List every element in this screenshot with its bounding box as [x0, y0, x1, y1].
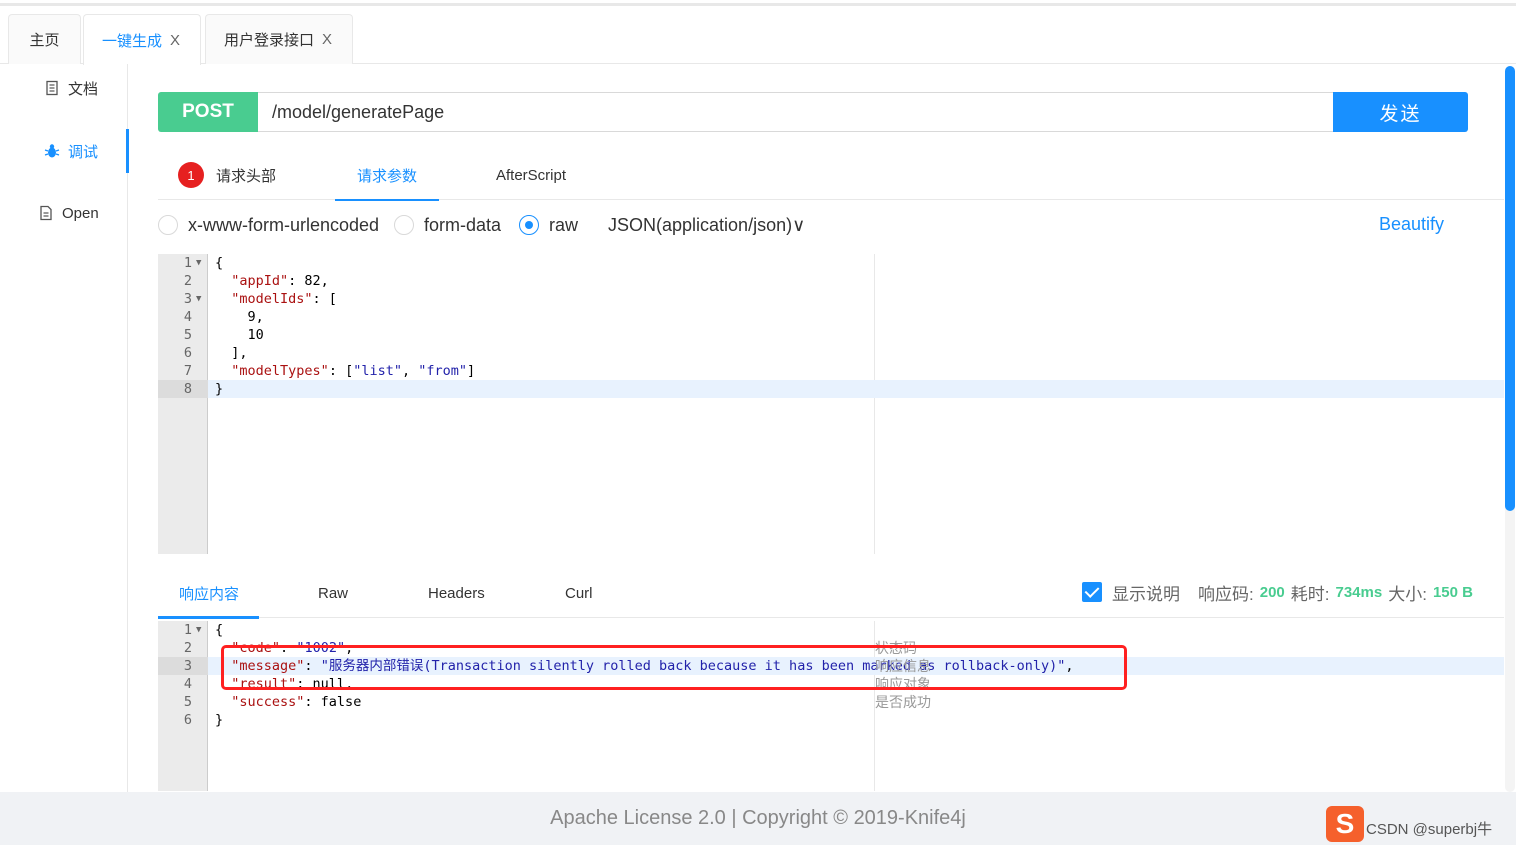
fold-icon: ▼ — [196, 294, 202, 304]
radio-label: form-data — [424, 214, 502, 235]
time-value: 734ms — [1335, 583, 1383, 601]
radio-circle-icon — [158, 215, 178, 235]
fold-icon: ▼ — [196, 625, 202, 635]
tab-label: 请求头部 — [216, 167, 277, 185]
document-icon — [46, 80, 58, 96]
sidebar-item-docs[interactable]: 文档 — [0, 66, 128, 110]
checkbox-checked-icon[interactable] — [1082, 582, 1102, 602]
send-button[interactable]: 发送 — [1333, 92, 1468, 132]
footer-text: Apache License 2.0 | Copyright © 2019-Kn… — [550, 807, 966, 829]
tab-label: Curl — [565, 584, 593, 602]
code-line: 2 "appId": 82, — [183, 273, 329, 289]
left-sidebar: 文档 调试 Open — [0, 64, 129, 792]
content-type-dropdown[interactable]: JSON(application/json)∨ — [608, 210, 805, 240]
request-body-editor[interactable]: 1 ▼{ 2 "appId": 82, 3 ▼ "modelIds": [ 4 9,… — [158, 254, 1504, 554]
tab-user-login[interactable]: 用户登录接口 X — [205, 14, 353, 64]
tab-label: 主页 — [29, 32, 60, 49]
code-line: 5 "success": false — [183, 694, 362, 710]
radio-checked-icon — [519, 215, 539, 235]
tab-home[interactable]: 主页 — [8, 14, 81, 64]
tab-response-content[interactable]: 响应内容 — [157, 568, 260, 619]
tab-afterscript[interactable]: AfterScript — [496, 150, 566, 200]
code-line: 1 ▼{ — [183, 255, 224, 271]
sidebar-item-label: 调试 — [68, 143, 99, 161]
tab-request-params[interactable]: 请求参数 — [334, 150, 440, 201]
radio-urlencoded[interactable]: x-www-form-urlencoded — [158, 210, 379, 240]
sidebar-item-label: 文档 — [68, 80, 99, 98]
radio-circle-icon — [394, 215, 414, 235]
body-type-group: x-www-form-urlencoded form-data raw JSON… — [158, 210, 1458, 240]
field-comment: 是否成功 — [875, 694, 931, 710]
footer: Apache License 2.0 | Copyright © 2019-Kn… — [0, 792, 1516, 845]
http-method-badge: POST — [158, 92, 258, 132]
bug-icon — [44, 144, 60, 158]
code-line: 6 ], — [183, 345, 248, 361]
code-line: 6} — [183, 712, 224, 728]
radio-form-data[interactable]: form-data — [394, 210, 501, 240]
tab-request-headers[interactable]: 1 请求头部 — [178, 150, 276, 200]
radio-label: raw — [549, 214, 579, 235]
highlight-annotation — [221, 645, 1127, 690]
tab-curl[interactable]: Curl — [565, 568, 593, 618]
code-line: 4 9, — [183, 309, 264, 325]
tab-label: 请求参数 — [357, 167, 418, 185]
tab-label: 用户登录接口 — [224, 32, 315, 49]
tab-raw[interactable]: Raw — [318, 568, 348, 618]
sidebar-item-label: Open — [62, 204, 99, 222]
time-label: 耗时: — [1290, 584, 1330, 604]
scrollbar-thumb[interactable] — [1505, 66, 1515, 511]
url-input[interactable]: /model/generatePage — [258, 92, 1334, 132]
radio-raw[interactable]: raw — [519, 210, 578, 240]
tab-generate[interactable]: 一键生成 X — [83, 14, 201, 65]
watermark: CSDN @superbj牛 — [1366, 821, 1493, 838]
code-line: 5 10 — [183, 327, 264, 343]
tab-headers[interactable]: Headers — [428, 568, 485, 618]
size-label: 大小: — [1388, 584, 1427, 604]
request-tab-bar: 1 请求头部 请求参数 AfterScript — [158, 150, 1504, 201]
sogou-logo-icon: S — [1326, 806, 1364, 842]
code-line: 3 ▼ "modelIds": [ — [183, 291, 337, 307]
beautify-link[interactable]: Beautify — [1379, 214, 1444, 235]
content-type-label: JSON(application/json)∨ — [608, 214, 806, 235]
tab-label: Raw — [318, 584, 349, 602]
fold-icon: ▼ — [196, 258, 202, 268]
sidebar-item-open[interactable]: Open — [0, 191, 128, 235]
sidebar-item-debug[interactable]: 调试 — [0, 129, 129, 173]
tab-label: 一键生成 — [102, 32, 163, 50]
tab-label: 响应内容 — [179, 585, 240, 603]
close-icon[interactable]: X — [170, 32, 180, 49]
count-badge: 1 — [178, 162, 204, 188]
tab-label: Headers — [428, 584, 485, 602]
code-line: 7 "modelTypes": ["list", "from"] — [183, 363, 476, 379]
response-meta: 显示说明 响应码: 200 耗时: 734ms 大小: 150 B — [1082, 580, 1479, 604]
status-label: 响应码: — [1198, 584, 1254, 604]
size-value: 150 B — [1432, 583, 1473, 601]
code-line: 1 ▼{ — [183, 622, 224, 638]
page-tab-bar: 主页 一键生成 X 用户登录接口 X — [0, 6, 1516, 65]
radio-label: x-www-form-urlencoded — [188, 214, 380, 235]
file-icon — [40, 205, 52, 221]
show-desc-label: 显示说明 — [1112, 584, 1180, 604]
status-value: 200 — [1259, 583, 1285, 601]
tab-label: AfterScript — [496, 166, 567, 184]
code-line-active: 8} — [158, 380, 1504, 398]
close-icon[interactable]: X — [322, 31, 332, 48]
